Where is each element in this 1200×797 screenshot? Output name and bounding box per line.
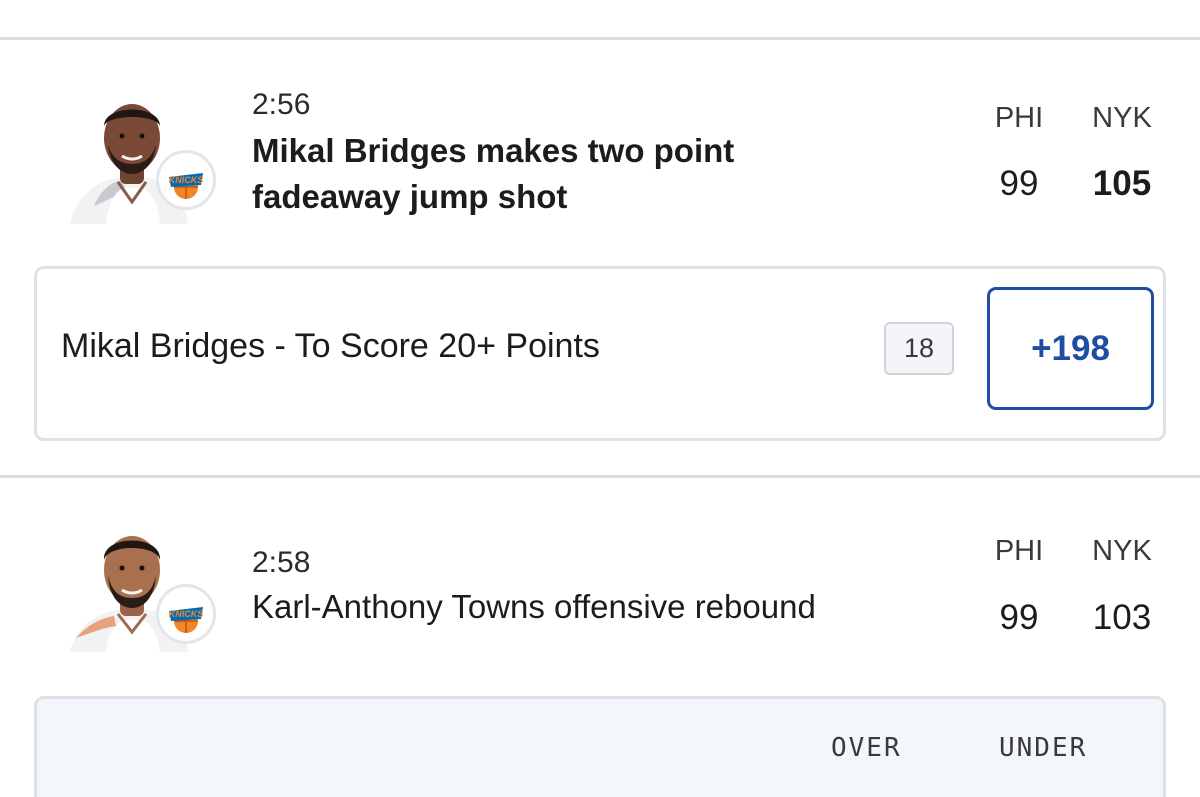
play-time: 2:58 (252, 546, 311, 579)
away-team-score: 99 (999, 164, 1039, 203)
under-column-header: UNDER (999, 733, 1088, 763)
svg-text:KNICKS: KNICKS (169, 609, 204, 619)
top-divider (0, 37, 1200, 40)
home-team-score: 105 (1092, 164, 1152, 203)
play-description: Karl-Anthony Towns offensive rebound (252, 588, 816, 625)
home-team-abbr: NYK (1092, 535, 1152, 567)
prop-market-card: Mikal Bridges - To Score 20+ Points 18 +… (34, 266, 1166, 441)
play-description: Mikal Bridges makes two point fadeaway j… (252, 132, 735, 215)
away-team-abbr: PHI (994, 535, 1044, 567)
section-divider (0, 475, 1200, 478)
player-avatar: KNICKS (66, 96, 226, 226)
team-logo: KNICKS (156, 584, 216, 644)
team-logo: KNICKS (156, 150, 216, 210)
odds-button[interactable]: +198 (987, 287, 1154, 410)
over-column-header: OVER (831, 733, 902, 763)
away-team-abbr: PHI (994, 102, 1044, 134)
knicks-logo-icon: KNICKS (169, 607, 204, 633)
knicks-logo-icon: KNICKS (169, 173, 204, 199)
market-count-badge: 18 (884, 322, 954, 375)
home-team-abbr: NYK (1092, 102, 1152, 134)
play-time: 2:56 (252, 88, 311, 121)
home-team-score: 103 (1092, 598, 1152, 637)
market-label: Mikal Bridges - To Score 20+ Points (61, 327, 600, 365)
over-under-card: OVER UNDER (34, 696, 1166, 797)
play-by-play-feed: KNICKS 2:56 Mikal Bridges makes two poin… (0, 0, 1200, 797)
svg-text:KNICKS: KNICKS (169, 175, 204, 185)
away-team-score: 99 (999, 598, 1039, 637)
player-avatar: KNICKS (66, 528, 226, 658)
